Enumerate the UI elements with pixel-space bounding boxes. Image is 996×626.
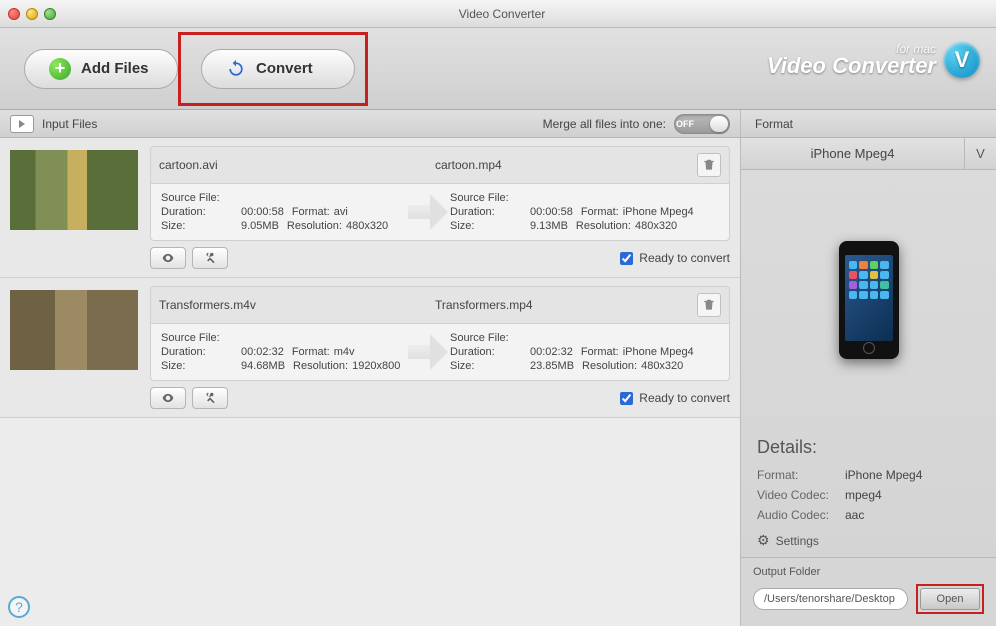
merge-label: Merge all files into one: bbox=[543, 117, 666, 131]
eye-icon bbox=[161, 391, 175, 405]
source-info: Source File: Duration:00:00:58Format:avi… bbox=[151, 184, 440, 240]
file-list: cartoon.avi cartoon.mp4 Source File: Dur… bbox=[0, 138, 740, 626]
convert-icon bbox=[226, 59, 246, 79]
dest-filename: Transformers.mp4 bbox=[435, 298, 691, 312]
plus-icon bbox=[49, 58, 71, 80]
close-window-button[interactable] bbox=[8, 8, 20, 20]
brand-badge: V bbox=[944, 42, 980, 78]
gear-icon bbox=[757, 532, 770, 549]
format-selected-tab[interactable]: iPhone Mpeg4 bbox=[741, 138, 964, 169]
video-thumbnail[interactable] bbox=[10, 150, 138, 230]
arrow-icon bbox=[408, 334, 448, 370]
iphone-icon bbox=[839, 241, 899, 359]
source-filename: cartoon.avi bbox=[159, 158, 415, 172]
file-row[interactable]: cartoon.avi cartoon.mp4 Source File: Dur… bbox=[0, 138, 740, 278]
format-label: Format bbox=[755, 117, 793, 131]
settings-label: Settings bbox=[776, 534, 819, 548]
format-bar: Format bbox=[741, 110, 996, 138]
delete-button[interactable] bbox=[697, 153, 721, 177]
title-bar: Video Converter bbox=[0, 0, 996, 28]
zoom-window-button[interactable] bbox=[44, 8, 56, 20]
trash-icon bbox=[702, 298, 716, 312]
merge-toggle[interactable]: OFF bbox=[674, 114, 730, 134]
output-folder-label: Output Folder bbox=[753, 566, 820, 578]
input-files-label: Input Files bbox=[42, 117, 97, 131]
convert-highlight: Convert bbox=[178, 32, 368, 106]
convert-label: Convert bbox=[256, 60, 313, 77]
source-info: Source File: Duration:00:02:32Format:m4v… bbox=[151, 324, 440, 380]
eye-icon bbox=[161, 251, 175, 265]
delete-button[interactable] bbox=[697, 293, 721, 317]
device-preview bbox=[741, 170, 996, 429]
trim-button[interactable] bbox=[192, 387, 228, 409]
brand-subtitle: for mac bbox=[896, 43, 936, 55]
format-v-tab[interactable]: V bbox=[964, 138, 996, 169]
scissors-icon bbox=[203, 391, 217, 405]
right-panel: Format iPhone Mpeg4 V Details: Format:iP… bbox=[741, 110, 996, 626]
preview-button[interactable] bbox=[150, 387, 186, 409]
main-toolbar: Add Files Convert for mac Video Converte… bbox=[0, 28, 996, 110]
brand-title: Video Converter bbox=[767, 55, 936, 77]
output-path-field[interactable]: /Users/tenorshare/Desktop bbox=[753, 588, 908, 610]
ready-checkbox-wrap[interactable]: Ready to convert bbox=[620, 251, 730, 265]
play-icon[interactable] bbox=[10, 115, 34, 133]
toggle-state: OFF bbox=[676, 119, 694, 129]
minimize-window-button[interactable] bbox=[26, 8, 38, 20]
input-files-bar: Input Files Merge all files into one: OF… bbox=[0, 110, 740, 138]
open-highlight: Open bbox=[916, 584, 984, 614]
window-title: Video Converter bbox=[56, 7, 948, 21]
convert-button[interactable]: Convert bbox=[201, 49, 355, 89]
output-section: Output Folder /Users/tenorshare/Desktop … bbox=[741, 557, 996, 626]
add-files-label: Add Files bbox=[81, 60, 149, 77]
add-files-button[interactable]: Add Files bbox=[24, 49, 178, 89]
ready-checkbox[interactable] bbox=[620, 392, 633, 405]
details-title: Details: bbox=[757, 437, 980, 458]
ready-label: Ready to convert bbox=[639, 391, 730, 405]
settings-link[interactable]: Settings bbox=[757, 532, 980, 549]
file-row[interactable]: Transformers.m4v Transformers.mp4 Source… bbox=[0, 278, 740, 418]
dest-info: Source File: Duration:00:00:58Format:iPh… bbox=[440, 184, 729, 240]
window-controls bbox=[8, 8, 56, 20]
left-panel: Input Files Merge all files into one: OF… bbox=[0, 110, 741, 626]
ready-checkbox[interactable] bbox=[620, 252, 633, 265]
ready-checkbox-wrap[interactable]: Ready to convert bbox=[620, 391, 730, 405]
video-thumbnail[interactable] bbox=[10, 290, 138, 370]
ready-label: Ready to convert bbox=[639, 251, 730, 265]
source-filename: Transformers.m4v bbox=[159, 298, 415, 312]
toggle-knob bbox=[710, 116, 728, 132]
open-button[interactable]: Open bbox=[920, 588, 980, 610]
trash-icon bbox=[702, 158, 716, 172]
dest-info: Source File: Duration:00:02:32Format:iPh… bbox=[440, 324, 729, 380]
preview-button[interactable] bbox=[150, 247, 186, 269]
dest-filename: cartoon.mp4 bbox=[435, 158, 691, 172]
trim-button[interactable] bbox=[192, 247, 228, 269]
details-section: Details: Format:iPhone Mpeg4 Video Codec… bbox=[741, 429, 996, 557]
scissors-icon bbox=[203, 251, 217, 265]
format-tabs: iPhone Mpeg4 V bbox=[741, 138, 996, 170]
brand-logo: for mac Video Converter V bbox=[767, 42, 980, 78]
arrow-icon bbox=[408, 194, 448, 230]
help-button[interactable]: ? bbox=[8, 596, 30, 618]
